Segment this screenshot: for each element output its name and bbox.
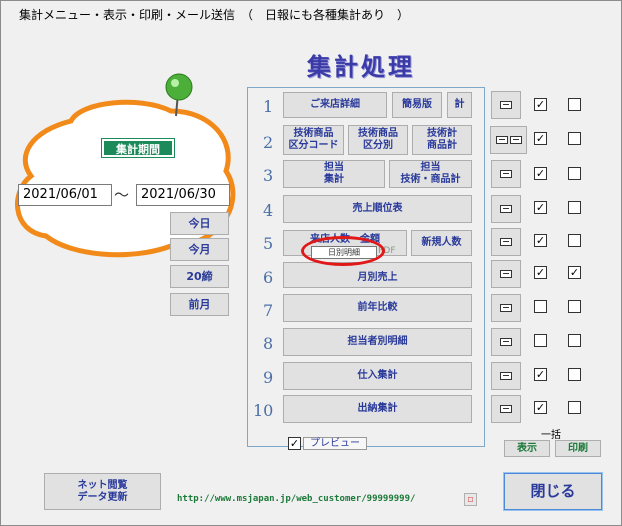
mail-button[interactable] xyxy=(491,260,521,288)
mail-button[interactable] xyxy=(491,328,521,356)
small-square-button[interactable]: □ xyxy=(464,493,477,506)
mail-icon xyxy=(495,136,508,144)
row-number: 9 xyxy=(263,368,274,387)
mail-button[interactable] xyxy=(491,362,521,390)
mail-icon xyxy=(500,405,512,413)
highlight-circle xyxy=(301,236,385,266)
print-checkbox[interactable] xyxy=(568,368,581,381)
period-label: 集計期間 xyxy=(101,138,175,158)
mail-button[interactable] xyxy=(491,195,521,223)
print-checkbox[interactable] xyxy=(568,167,581,180)
mail-icon xyxy=(500,238,512,246)
print-checkbox[interactable] xyxy=(568,300,581,313)
show-checkbox[interactable]: ✓ xyxy=(534,98,547,111)
mail-button[interactable] xyxy=(491,228,521,256)
mail-icon xyxy=(500,372,512,380)
app-window: 集計メニュー・表示・印刷・メール送信 （ 日報にも各種集計あり ） 集計処理 集… xyxy=(0,0,622,526)
print-checkbox[interactable] xyxy=(568,201,581,214)
show-checkbox[interactable]: ✓ xyxy=(534,132,547,145)
row-number: 6 xyxy=(263,268,274,287)
mail-button[interactable] xyxy=(491,294,521,322)
visit-detail-button[interactable]: ご来店詳細 xyxy=(283,92,387,118)
staff-total-button[interactable]: 担当 集計 xyxy=(283,160,385,188)
period-tilde: ～ xyxy=(114,186,130,204)
last-month-button[interactable]: 前月 xyxy=(170,293,229,316)
purchase-total-button[interactable]: 仕入集計 xyxy=(283,362,472,390)
row-number: 2 xyxy=(263,133,274,152)
tech-goods-total-button[interactable]: 技術計 商品計 xyxy=(412,125,472,155)
staff-detail-button[interactable]: 担当者別明細 xyxy=(283,328,472,356)
mail-button[interactable] xyxy=(491,91,521,119)
show-checkbox[interactable]: ✓ xyxy=(534,266,547,279)
show-checkbox[interactable]: ✓ xyxy=(534,368,547,381)
mail-button[interactable] xyxy=(491,160,521,188)
print-checkbox[interactable] xyxy=(568,132,581,145)
mail-icon xyxy=(500,101,512,109)
page-title: 集計処理 xyxy=(307,52,415,81)
mail-icon xyxy=(500,270,512,278)
mail-icon xyxy=(500,338,512,346)
tech-goods-category-code-button[interactable]: 技術商品 区分コード xyxy=(283,125,344,155)
print-checkbox[interactable]: ✓ xyxy=(568,266,581,279)
mail-icon xyxy=(509,136,522,144)
date-from-input[interactable]: 2021/06/01 xyxy=(18,184,112,206)
sales-ranking-button[interactable]: 売上順位表 xyxy=(283,195,472,223)
total-button[interactable]: 計 xyxy=(447,92,472,118)
show-checkbox[interactable]: ✓ xyxy=(534,401,547,414)
yoy-compare-button[interactable]: 前年比較 xyxy=(283,294,472,322)
bulk-show-button[interactable]: 表示 xyxy=(504,440,550,457)
mail-icon xyxy=(500,304,512,312)
row-number: 4 xyxy=(263,201,274,220)
preview-label: プレビュー xyxy=(303,437,367,450)
bulk-label: 一括 xyxy=(541,430,561,441)
print-checkbox[interactable] xyxy=(568,98,581,111)
closing-20-button[interactable]: 20締 xyxy=(170,265,229,288)
tech-goods-category-button[interactable]: 技術商品 区分別 xyxy=(348,125,408,155)
bulk-print-button[interactable]: 印刷 xyxy=(555,440,601,457)
mail-icon xyxy=(500,205,512,213)
net-browse-update-button[interactable]: ネット閲覧 データ更新 xyxy=(44,473,161,510)
window-title: 集計メニュー・表示・印刷・メール送信 （ 日報にも各種集計あり ） xyxy=(19,8,410,22)
row-number: 7 xyxy=(263,301,274,320)
print-checkbox[interactable] xyxy=(568,334,581,347)
show-checkbox[interactable] xyxy=(534,300,547,313)
close-button[interactable]: 閉じる xyxy=(503,472,603,511)
web-url-link[interactable]: http://www.msjapan.jp/web_customer/99999… xyxy=(177,494,415,504)
mail-button[interactable] xyxy=(491,395,521,423)
row-number: 5 xyxy=(263,234,274,253)
mail-button[interactable] xyxy=(490,126,527,154)
show-checkbox[interactable]: ✓ xyxy=(534,201,547,214)
show-checkbox[interactable] xyxy=(534,334,547,347)
monthly-sales-button[interactable]: 月別売上 xyxy=(283,262,472,288)
new-customers-button[interactable]: 新規人数 xyxy=(411,230,472,256)
preview-checkbox[interactable]: ✓ xyxy=(288,437,301,450)
mail-icon xyxy=(500,170,512,178)
preview-toggle[interactable]: ✓ プレビュー xyxy=(288,437,367,450)
this-month-button[interactable]: 今月 xyxy=(170,238,229,261)
row-number: 3 xyxy=(263,166,274,185)
row-number: 8 xyxy=(263,334,274,353)
show-checkbox[interactable]: ✓ xyxy=(534,167,547,180)
simple-version-button[interactable]: 簡易版 xyxy=(392,92,442,118)
today-button[interactable]: 今日 xyxy=(170,212,229,235)
row-number: 10 xyxy=(253,401,274,420)
row-number: 1 xyxy=(263,97,274,116)
print-checkbox[interactable] xyxy=(568,234,581,247)
staff-tech-goods-button[interactable]: 担当 技術・商品計 xyxy=(389,160,472,188)
date-to-input[interactable]: 2021/06/30 xyxy=(136,184,230,206)
show-checkbox[interactable]: ✓ xyxy=(534,234,547,247)
print-checkbox[interactable] xyxy=(568,401,581,414)
cash-total-button[interactable]: 出納集計 xyxy=(283,395,472,423)
